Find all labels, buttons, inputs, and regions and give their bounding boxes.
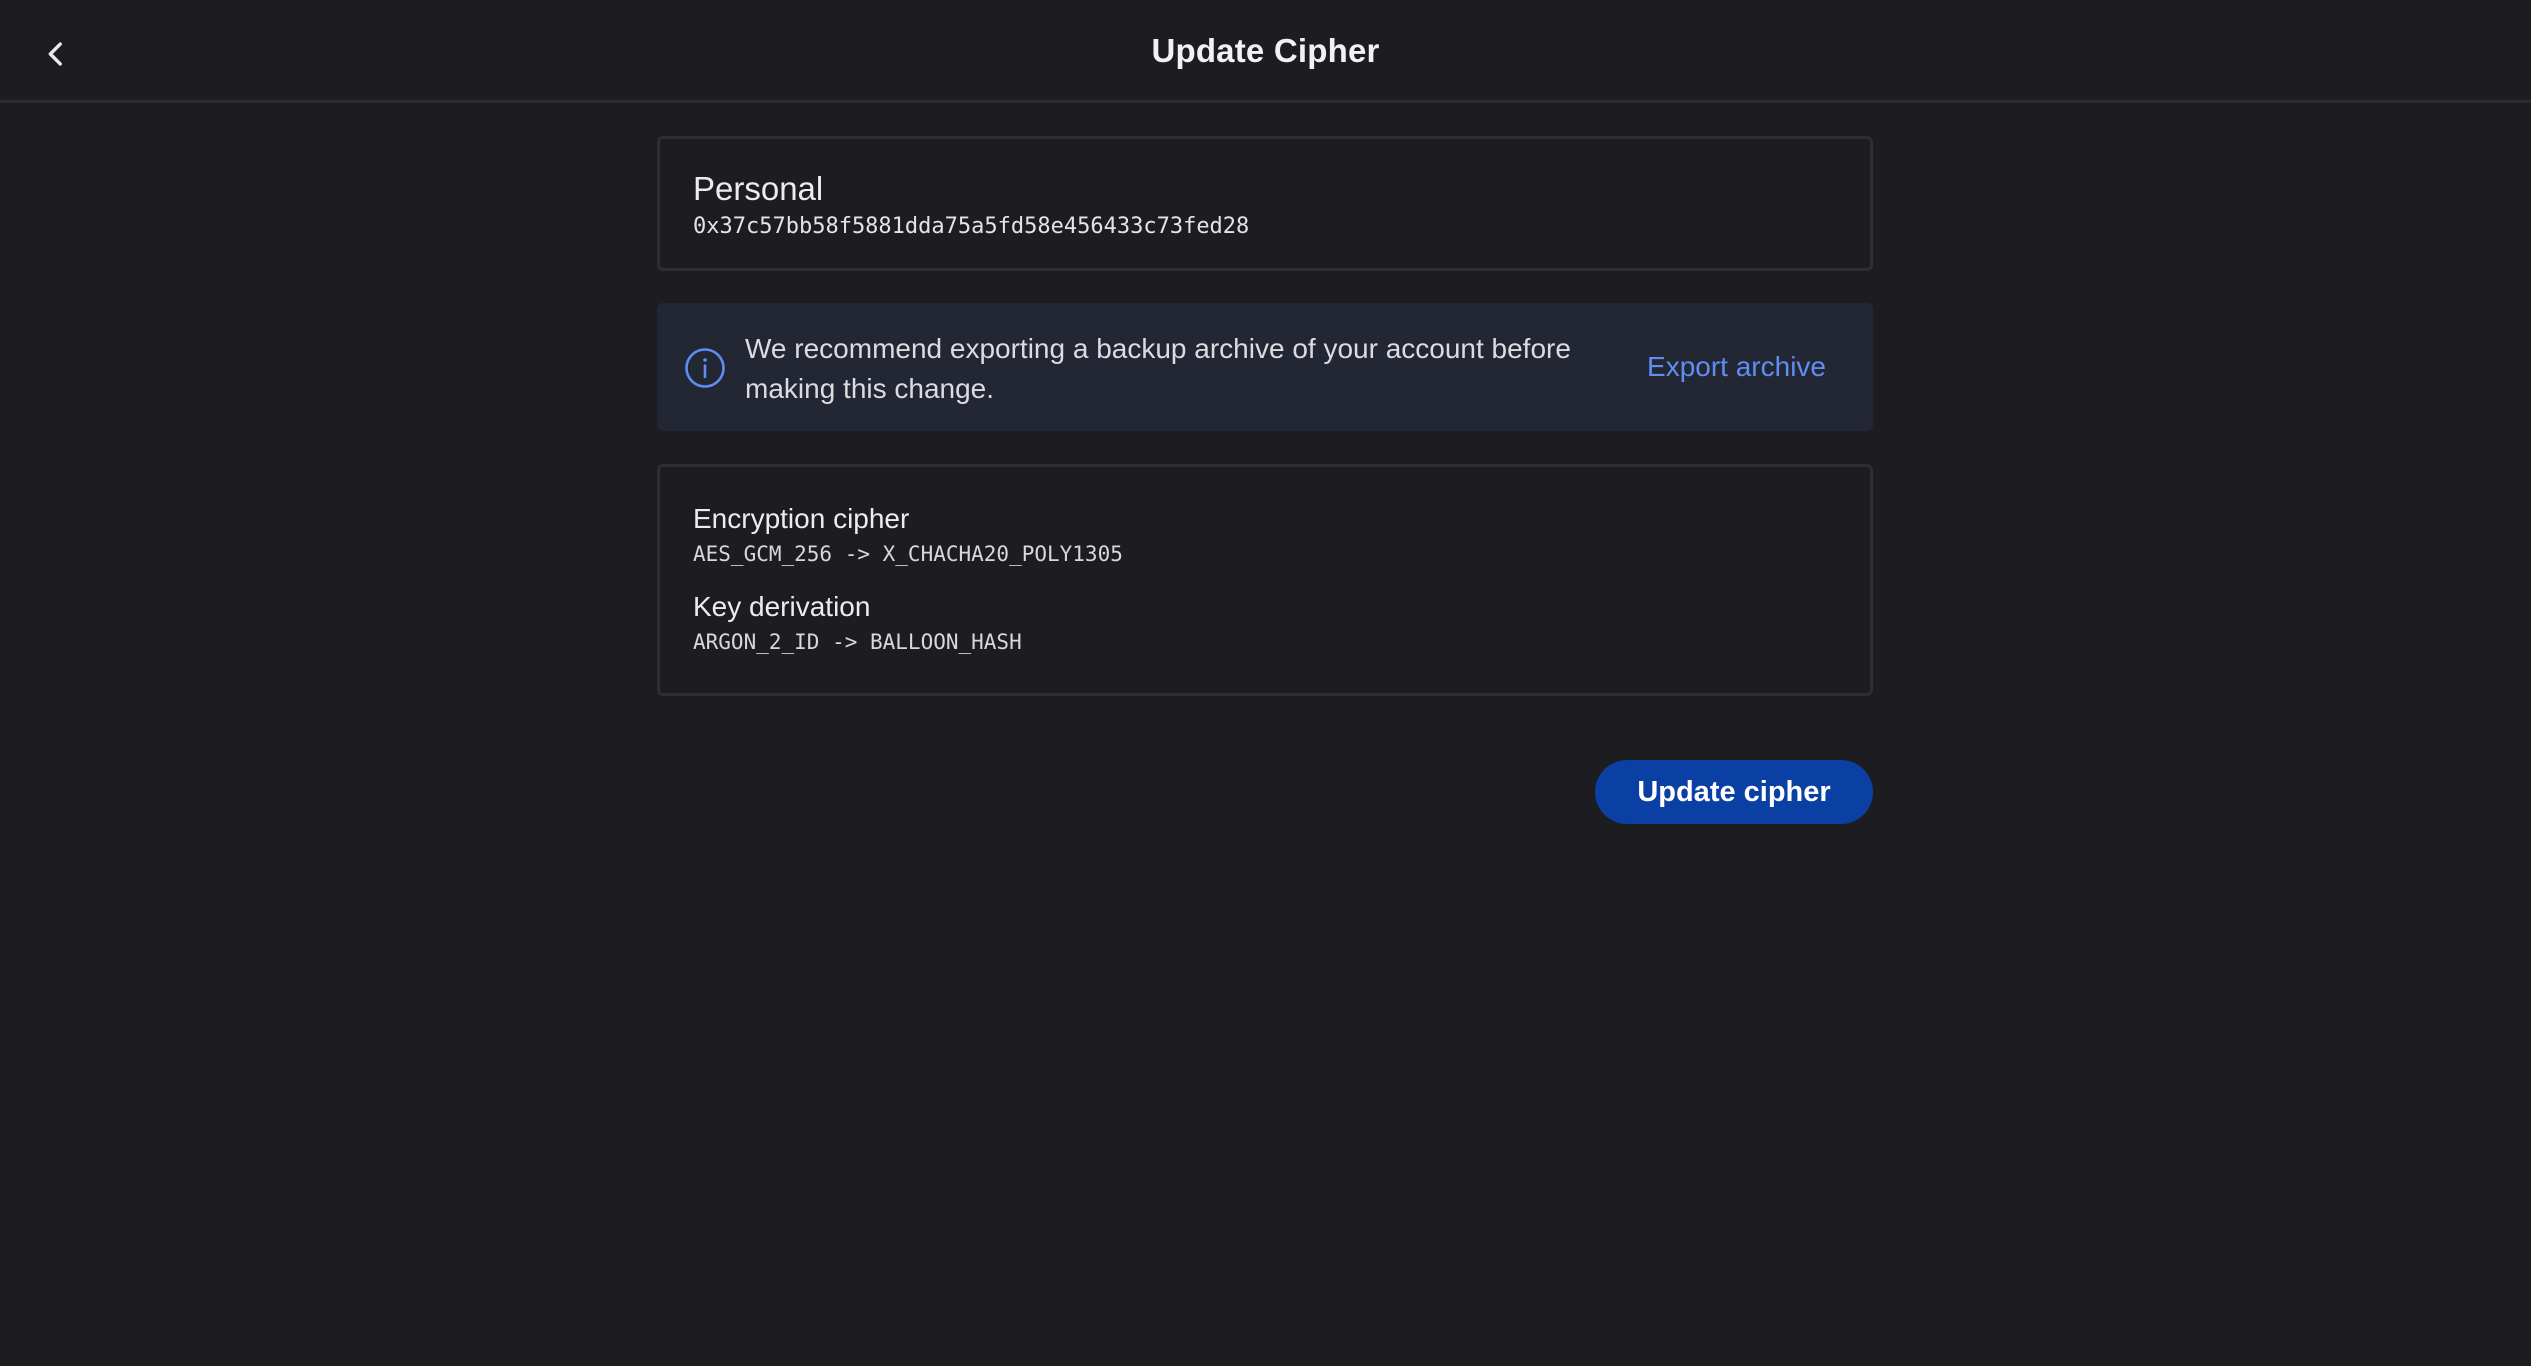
page-title: Update Cipher (1151, 32, 1380, 69)
update-cipher-button[interactable]: Update cipher (1595, 760, 1873, 824)
key-derivation-label: Key derivation (693, 591, 871, 622)
encryption-cipher-value: AES_GCM_256 -> X_CHACHA20_POLY1305 (693, 542, 1123, 566)
backup-notice: We recommend exporting a backup archive … (657, 303, 1873, 431)
account-name: Personal (693, 170, 824, 207)
key-derivation-value: ARGON_2_ID -> BALLOON_HASH (693, 630, 1022, 654)
top-bar: Update Cipher (0, 0, 2531, 103)
main-content: Personal 0x37c57bb58f5881dda75a5fd58e456… (657, 136, 1873, 824)
cipher-change-card: Encryption cipher AES_GCM_256 -> X_CHACH… (657, 464, 1873, 696)
account-address: 0x37c57bb58f5881dda75a5fd58e456433c73fed… (693, 214, 1250, 239)
notice-message: We recommend exporting a backup archive … (745, 333, 1571, 404)
account-card: Personal 0x37c57bb58f5881dda75a5fd58e456… (657, 136, 1873, 271)
export-archive-link[interactable]: Export archive (1647, 347, 1826, 387)
info-icon (685, 348, 725, 388)
encryption-cipher-label: Encryption cipher (693, 503, 910, 534)
